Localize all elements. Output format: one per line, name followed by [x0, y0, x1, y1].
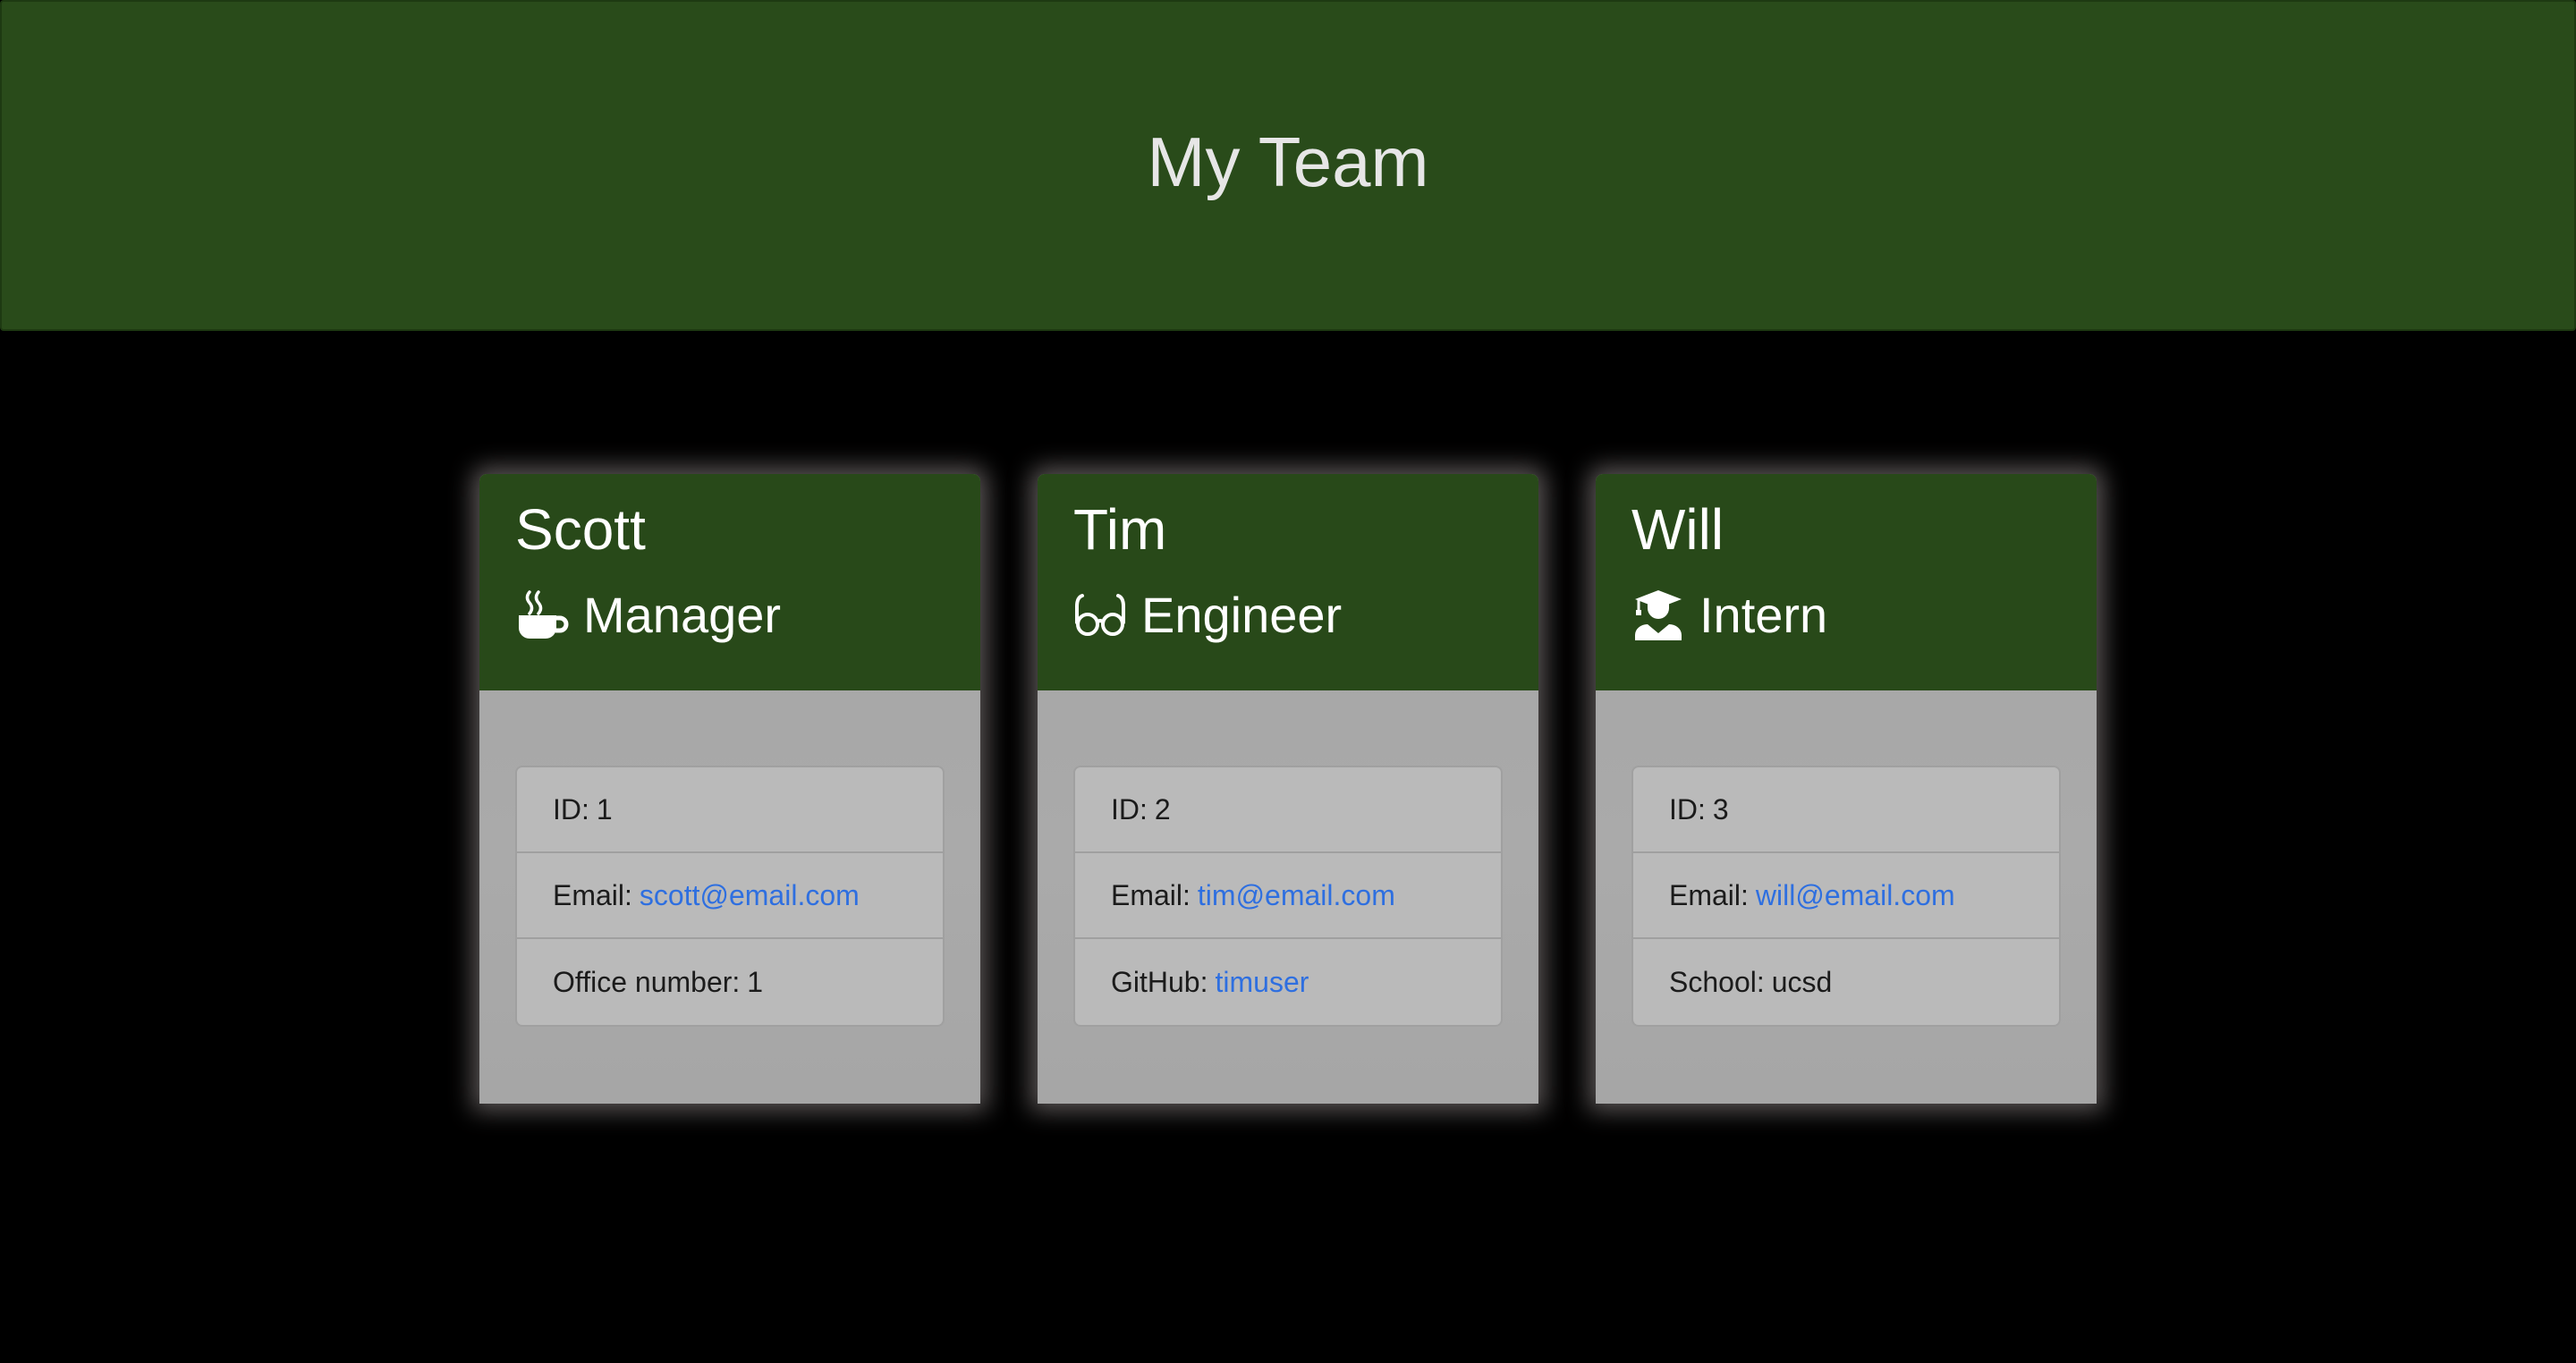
email-link[interactable]: tim@email.com — [1198, 879, 1395, 912]
card-header: Tim Engineer — [1038, 474, 1538, 690]
team-cards: Scott Manager ID: 1 Email: scott@email.c… — [479, 474, 2097, 1104]
id-row: ID: 2 — [1075, 767, 1501, 853]
info-list: ID: 1 Email: scott@email.com Office numb… — [515, 766, 945, 1027]
card-body: ID: 2 Email: tim@email.com GitHub: timus… — [1038, 690, 1538, 1027]
id-value: 3 — [1712, 792, 1729, 825]
employee-card-scott: Scott Manager ID: 1 Email: scott@email.c… — [479, 474, 980, 1104]
office-number-label: Office number: — [553, 965, 741, 998]
email-row: Email: scott@email.com — [517, 853, 943, 939]
github-row: GitHub: timuser — [1075, 939, 1501, 1025]
employee-role: Engineer — [1073, 588, 1503, 642]
school-label: School: — [1669, 965, 1765, 998]
page-title: My Team — [1147, 122, 1429, 201]
card-header: Scott Manager — [479, 474, 980, 690]
employee-role: Manager — [515, 588, 945, 642]
employee-name: Tim — [1073, 497, 1167, 562]
role-label: Intern — [1699, 587, 1828, 643]
card-body: ID: 1 Email: scott@email.com Office numb… — [479, 690, 980, 1027]
email-label: Email: — [553, 878, 632, 911]
id-value: 2 — [1154, 792, 1171, 825]
info-list: ID: 2 Email: tim@email.com GitHub: timus… — [1073, 766, 1503, 1027]
employee-card-tim: Tim Engineer ID: 2 Email: tim@email.com … — [1038, 474, 1538, 1104]
email-row: Email: tim@email.com — [1075, 853, 1501, 939]
graduate-icon — [1631, 588, 1685, 642]
id-label: ID: — [1669, 792, 1706, 825]
role-label: Manager — [583, 587, 782, 643]
email-label: Email: — [1669, 878, 1749, 911]
email-link[interactable]: will@email.com — [1756, 879, 1955, 912]
info-list: ID: 3 Email: will@email.com School: ucsd — [1631, 766, 2061, 1027]
github-link[interactable]: timuser — [1215, 966, 1309, 999]
id-value: 1 — [596, 792, 613, 825]
school-row: School: ucsd — [1633, 939, 2059, 1025]
id-row: ID: 3 — [1633, 767, 2059, 853]
glasses-icon — [1073, 588, 1127, 642]
email-link[interactable]: scott@email.com — [640, 879, 860, 912]
email-label: Email: — [1111, 878, 1191, 911]
id-label: ID: — [553, 792, 589, 825]
employee-role: Intern — [1631, 588, 2061, 642]
id-label: ID: — [1111, 792, 1148, 825]
email-row: Email: will@email.com — [1633, 853, 2059, 939]
page-header: My Team — [0, 0, 2576, 331]
employee-name: Will — [1631, 497, 1724, 562]
id-row: ID: 1 — [517, 767, 943, 853]
coffee-mug-icon — [515, 588, 569, 642]
school-value: ucsd — [1771, 965, 1833, 998]
employee-name: Scott — [515, 497, 646, 562]
role-label: Engineer — [1141, 587, 1343, 643]
card-body: ID: 3 Email: will@email.com School: ucsd — [1596, 690, 2097, 1027]
github-label: GitHub: — [1111, 965, 1208, 998]
office-number-value: 1 — [747, 965, 764, 998]
card-header: Will Intern — [1596, 474, 2097, 690]
employee-card-will: Will Intern ID: 3 Email: will@email.com … — [1596, 474, 2097, 1104]
office-number-row: Office number: 1 — [517, 939, 943, 1025]
